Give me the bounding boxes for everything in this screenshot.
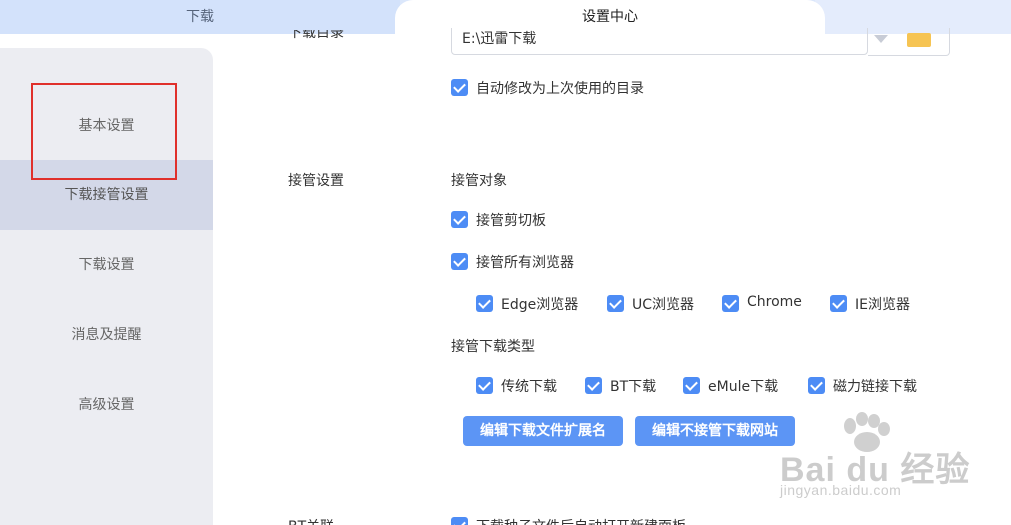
- bt-auto-open-label: 下载种子文件后自动打开新建面板: [476, 516, 686, 525]
- sidebar-item-download-takeover[interactable]: 下载接管设置: [0, 160, 213, 230]
- type-traditional-label: 传统下载: [501, 379, 557, 395]
- folder-icon: [907, 33, 931, 47]
- type-emule-checkbox[interactable]: [683, 377, 700, 394]
- browser-edge-checkbox[interactable]: [476, 295, 493, 312]
- settings-sidebar: 基本设置 下载接管设置 下载设置 消息及提醒 高级设置: [0, 48, 213, 525]
- sidebar-item-download-settings[interactable]: 下载设置: [0, 230, 213, 300]
- edit-excluded-sites-button[interactable]: 编辑不接管下载网站: [635, 416, 795, 446]
- sidebar-item-notifications[interactable]: 消息及提醒: [0, 300, 213, 370]
- browser-chrome-checkbox[interactable]: [722, 295, 739, 312]
- sidebar-item-basic-settings[interactable]: 基本设置: [0, 91, 213, 161]
- tab-download[interactable]: 下载: [0, 0, 400, 34]
- browser-ie-checkbox[interactable]: [830, 295, 847, 312]
- bt-section-label: BT关联: [288, 516, 334, 525]
- takeover-all-browsers-checkbox[interactable]: [451, 253, 468, 270]
- browser-chrome-label: Chrome: [747, 294, 802, 310]
- auto-change-dir-label: 自动修改为上次使用的目录: [476, 81, 644, 97]
- takeover-target-heading: 接管对象: [451, 173, 507, 189]
- browser-uc-checkbox[interactable]: [607, 295, 624, 312]
- type-magnet-label: 磁力链接下载: [833, 379, 917, 395]
- bt-auto-open-checkbox[interactable]: [451, 517, 468, 525]
- takeover-all-browsers-label: 接管所有浏览器: [476, 255, 574, 271]
- auto-change-dir-checkbox[interactable]: [451, 79, 468, 96]
- browser-edge-label: Edge浏览器: [501, 297, 579, 313]
- type-magnet-checkbox[interactable]: [808, 377, 825, 394]
- baidu-watermark: Bai du 经验 jingyan.baidu.com: [780, 412, 1000, 502]
- takeover-section-label: 接管设置: [288, 173, 344, 189]
- takeover-type-heading: 接管下载类型: [451, 339, 535, 355]
- sidebar-item-advanced[interactable]: 高级设置: [0, 370, 213, 440]
- takeover-clipboard-label: 接管剪切板: [476, 213, 546, 229]
- browser-ie-label: IE浏览器: [855, 297, 910, 313]
- browser-uc-label: UC浏览器: [632, 297, 695, 313]
- type-traditional-checkbox[interactable]: [476, 377, 493, 394]
- takeover-clipboard-checkbox[interactable]: [451, 211, 468, 228]
- type-bt-label: BT下载: [610, 379, 657, 395]
- type-emule-label: eMule下载: [708, 379, 779, 395]
- watermark-url: jingyan.baidu.com: [780, 482, 902, 498]
- type-bt-checkbox[interactable]: [585, 377, 602, 394]
- edit-extensions-button[interactable]: 编辑下载文件扩展名: [463, 416, 623, 446]
- baidu-paw-icon: [844, 412, 890, 452]
- watermark-main-text: Bai du 经验: [780, 451, 971, 489]
